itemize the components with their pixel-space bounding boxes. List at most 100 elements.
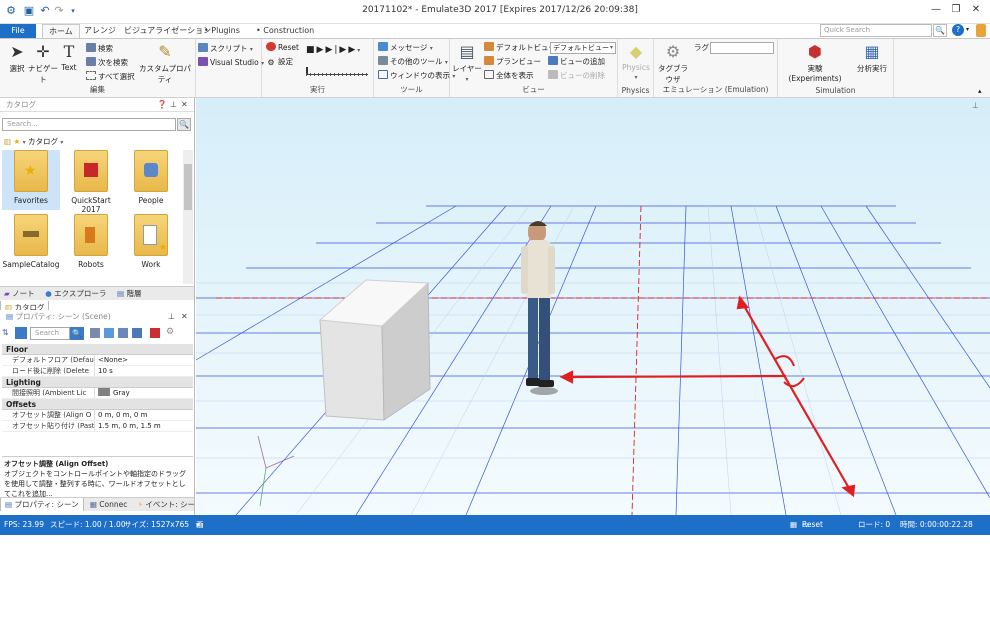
qat-dropdown-icon[interactable]: ▾ [66, 4, 80, 18]
folder-favorites[interactable]: ★ Favorites [2, 150, 60, 210]
settings-button[interactable]: ⚙ 設定 [266, 56, 293, 68]
save-icon[interactable]: ▣ [22, 4, 36, 18]
user-avatar[interactable] [976, 24, 986, 37]
folder-work[interactable]: ★ Work [122, 214, 180, 274]
tab-construction[interactable]: • Construction [250, 24, 320, 38]
tab-properties-scene[interactable]: ▤ プロパティ: シーン [0, 498, 84, 511]
folder-people[interactable]: People [122, 150, 180, 210]
catalog-scrollbar[interactable] [183, 150, 193, 284]
collapse-ribbon-icon[interactable]: ▴ [978, 87, 982, 95]
other-tools-button[interactable]: その他のツール ▾ [378, 56, 448, 68]
breadcrumb-label[interactable]: カタログ [28, 137, 58, 146]
sort-icon[interactable]: ⇅ [2, 328, 9, 337]
speed-slider[interactable] [306, 67, 368, 76]
gizmo-x-axis[interactable] [567, 374, 787, 379]
add-view-button[interactable]: ビューの追加 [548, 56, 605, 68]
viewport-canvas[interactable]: ⊥ [196, 98, 990, 515]
property-value[interactable]: <None> [94, 355, 193, 365]
catalog-help-icon[interactable]: ❓ [157, 98, 167, 112]
section-lighting[interactable]: Lighting [2, 377, 193, 388]
property-row[interactable]: ロード後に削除 (Delete 10 s [2, 366, 193, 377]
tab-events-scene[interactable]: ⚡ イベント: シーン ( [134, 498, 194, 511]
expand-icon[interactable] [132, 328, 142, 338]
tab-notes[interactable]: ▰ ノート [0, 287, 39, 301]
quick-search-icon[interactable]: 🔍 [933, 24, 947, 37]
property-value[interactable]: Gray [94, 388, 193, 398]
folder-samplecatalog[interactable]: SampleCatalog [2, 214, 60, 274]
delete-view-button[interactable]: ビューの削除 [548, 70, 605, 82]
fast-forward-icon[interactable]: ▶▶ [339, 45, 357, 55]
layout-grid-icon[interactable]: ▦ [790, 515, 797, 535]
view-select[interactable]: デフォルトビュー ▾ [550, 42, 616, 54]
property-value[interactable]: 10 s [94, 366, 193, 376]
property-row[interactable]: 間接照明 (Ambient Lic Gray [2, 388, 193, 399]
copy-icon[interactable] [90, 328, 100, 338]
viewport-pin-icon[interactable]: ⊥ [972, 101, 979, 110]
catalog-close-icon[interactable]: ✕ [181, 98, 188, 112]
message-button[interactable]: メッセージ ▾ [378, 42, 433, 54]
close-button[interactable]: ✕ [968, 4, 984, 18]
breadcrumb-dropdown-icon[interactable]: ▾ [23, 139, 26, 146]
folder-quickstart[interactable]: QuickStart 2017 [62, 150, 120, 214]
properties-close-icon[interactable]: ✕ [181, 310, 188, 324]
tab-hierarchy[interactable]: ▤ 階層 [113, 287, 145, 301]
section-floor[interactable]: Floor [2, 344, 193, 355]
custom-property-button[interactable]: ✎ カスタムプロパティ [138, 41, 192, 85]
catalog-pin-icon[interactable]: ⊥ [170, 98, 177, 112]
tab-plugins[interactable]: • Plugins [198, 24, 246, 38]
minimize-button[interactable]: — [928, 4, 944, 18]
select-all-button[interactable]: すべて選択 [86, 71, 135, 83]
tab-home[interactable]: ホーム [42, 24, 80, 38]
search-button[interactable]: 検索 [86, 43, 113, 55]
undo-icon[interactable]: ↶ [38, 4, 52, 18]
property-value[interactable]: 0 m, 0 m, 0 m [94, 410, 193, 420]
step-icon[interactable]: ▶| [325, 45, 339, 55]
analysis-button[interactable]: ▦ 分析実行 [854, 41, 890, 74]
paste-icon[interactable] [104, 328, 114, 338]
layer-button[interactable]: ▤ レイヤー ▾ [452, 41, 482, 83]
section-offsets[interactable]: Offsets [2, 399, 193, 410]
properties-pin-icon[interactable]: ⊥ [168, 310, 175, 324]
default-view-button[interactable]: デフォルトビュー [484, 42, 556, 54]
catalog-search-icon[interactable]: 🔍 [177, 118, 191, 131]
run-dropdown-icon[interactable]: ▾ [357, 47, 362, 54]
script-button[interactable]: スクリプト ▾ [198, 43, 253, 55]
help-icon[interactable]: ? [952, 24, 964, 36]
dice-small-icon[interactable] [150, 328, 160, 338]
properties-search-icon[interactable]: 🔍 [70, 327, 84, 340]
reset-button[interactable]: Reset [266, 42, 299, 54]
experiments-button[interactable]: ⬢ 実験 (Experiments) [780, 41, 850, 83]
catalog-scrollbar-thumb[interactable] [184, 164, 192, 210]
show-window-button[interactable]: ウィンドウの表示 ▾ [378, 70, 455, 82]
quick-search-input[interactable]: Quick Search [820, 24, 932, 37]
folder-robots[interactable]: Robots [62, 214, 120, 274]
show-all-button[interactable]: 全体を表示 [484, 70, 534, 82]
category-view-icon[interactable] [15, 327, 27, 339]
tab-connections[interactable]: ▦ Connec [86, 498, 132, 511]
property-row[interactable]: オフセット調整 (Align O0 m, 0 m, 0 m [2, 410, 193, 421]
property-row[interactable]: オフセット貼り付け (Paste 1.5 m, 0 m, 1.5 m [2, 421, 193, 432]
display-settings-button[interactable]: ▭ 画面表示設定 ▾ [196, 515, 204, 629]
properties-search-input[interactable]: Search [30, 327, 70, 340]
status-speed[interactable]: スピード: 1.00 / 1.00 [50, 515, 126, 535]
physics-button[interactable]: ◆ Physics ▾ [621, 41, 651, 81]
folder-open-icon[interactable]: ▥ [4, 137, 11, 146]
tab-explorer[interactable]: ● エクスプローラ [41, 287, 110, 301]
catalog-search-input[interactable]: Search... [2, 118, 176, 131]
redo-icon[interactable]: ↷ [52, 4, 66, 18]
status-size[interactable]: サイズ: 1527x765 [124, 515, 189, 535]
breadcrumb-next-icon[interactable]: ▾ [60, 139, 63, 146]
tag-browser-button[interactable]: ⚙ タグブラウザ [656, 41, 690, 85]
property-row[interactable]: デフォルトフロア (Default <None> [2, 355, 193, 366]
search-next-button[interactable]: 次を検索 [86, 57, 128, 69]
properties-settings-icon[interactable]: ⚙ [166, 327, 174, 337]
text-button[interactable]: T Text [54, 41, 84, 72]
property-value[interactable]: 1.5 m, 0 m, 1.5 m [94, 421, 193, 431]
visual-studio-button[interactable]: Visual Studio ▾ [198, 57, 264, 69]
filter-icon[interactable] [118, 328, 128, 338]
planview-button[interactable]: プランビュー [484, 56, 541, 68]
help-dropdown-icon[interactable]: ▾ [966, 26, 969, 33]
star-icon[interactable]: ★ [13, 137, 20, 146]
3d-viewport[interactable]: ⊥ [196, 98, 990, 515]
stop-icon[interactable]: ■ [306, 45, 317, 55]
